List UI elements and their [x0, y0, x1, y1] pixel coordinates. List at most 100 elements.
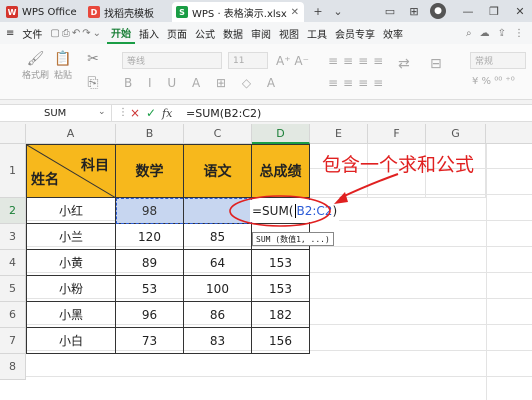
- paste-button[interactable]: 📋 粘贴: [54, 50, 72, 81]
- window-layout-icon[interactable]: ▭: [382, 3, 398, 19]
- wps-logo-icon: W: [6, 6, 18, 18]
- name-box[interactable]: SUM ⌄: [0, 105, 112, 122]
- cut-button[interactable]: ✂: [84, 50, 102, 68]
- font-size-select[interactable]: 11: [228, 52, 268, 69]
- scissors-icon: ✂: [87, 51, 99, 67]
- menu-review[interactable]: 审阅: [247, 22, 275, 44]
- confirm-icon[interactable]: ✓: [146, 106, 156, 120]
- copy-button[interactable]: ⎘: [84, 74, 102, 92]
- row-header-7[interactable]: 7: [0, 328, 26, 354]
- header-corner-cell[interactable]: 科目 姓名: [26, 144, 116, 198]
- tab-label: WPS Office: [22, 6, 77, 18]
- row-header-4[interactable]: 4: [0, 250, 26, 276]
- formula-input[interactable]: =SUM(B2:C2): [186, 107, 261, 120]
- cell-chinese[interactable]: 64: [184, 250, 252, 276]
- menu-tools[interactable]: 工具: [303, 22, 331, 44]
- number-format-select[interactable]: 常规: [470, 52, 526, 69]
- share-icon[interactable]: ⇪: [494, 22, 510, 44]
- menu-member[interactable]: 会员专享: [331, 22, 379, 44]
- menu-formula[interactable]: 公式: [191, 22, 219, 44]
- row-header-3[interactable]: 3: [0, 224, 26, 250]
- restore-icon[interactable]: ❐: [486, 3, 502, 19]
- name-box-value: SUM: [44, 108, 67, 119]
- tab-spreadsheet[interactable]: S WPS · 表格演示.xlsx ✕: [172, 2, 304, 22]
- align-buttons-bottom[interactable]: ≡≡≡≡: [328, 76, 388, 90]
- cell-name[interactable]: 小红: [26, 198, 116, 224]
- col-header-c[interactable]: C: [184, 124, 252, 144]
- cell-total[interactable]: 156: [252, 328, 310, 354]
- header-chinese[interactable]: 语文: [184, 144, 252, 198]
- col-header-g[interactable]: G: [426, 124, 486, 144]
- minimize-icon[interactable]: —: [460, 3, 476, 19]
- select-all-corner[interactable]: [0, 124, 26, 144]
- paste-icon: 📋: [54, 51, 72, 67]
- row-header-6[interactable]: 6: [0, 302, 26, 328]
- tab-template[interactable]: D 找稻壳模板: [84, 2, 170, 22]
- function-tooltip: SUM (数值1, ...): [252, 232, 334, 246]
- menu-data[interactable]: 数据: [219, 22, 247, 44]
- wrap-icon[interactable]: ⇄: [398, 56, 410, 72]
- col-header-d[interactable]: D: [252, 124, 310, 144]
- row-header-2[interactable]: 2: [0, 198, 26, 224]
- cell-chinese[interactable]: 86: [184, 302, 252, 328]
- cell-total[interactable]: 182: [252, 302, 310, 328]
- avatar[interactable]: ●: [430, 3, 446, 19]
- hamburger-icon[interactable]: ≡: [2, 22, 18, 44]
- col-header-h[interactable]: [486, 124, 532, 144]
- menu-efficiency[interactable]: 效率: [379, 22, 407, 44]
- expand-icon[interactable]: ⋮: [118, 107, 128, 118]
- menu-page[interactable]: 页面: [163, 22, 191, 44]
- more-icon[interactable]: ⋮: [510, 22, 528, 44]
- format-painter-label: 格式刷: [22, 71, 50, 81]
- cell-math[interactable]: 120: [116, 224, 184, 250]
- col-header-a[interactable]: A: [26, 124, 116, 144]
- cell-math[interactable]: 53: [116, 276, 184, 302]
- tab-wps-office[interactable]: W WPS Office: [2, 2, 80, 22]
- close-window-icon[interactable]: ✕: [512, 3, 528, 19]
- number-format-icons[interactable]: ¥ % ⁰⁰ ⁺⁰: [472, 76, 515, 87]
- toolbar-icons[interactable]: ▢⎙↶↷⌄: [46, 22, 107, 44]
- docer-icon: D: [88, 6, 100, 18]
- corner-subject-label: 科目: [81, 158, 109, 174]
- cell-total[interactable]: 153: [252, 250, 310, 276]
- apps-grid-icon[interactable]: ⊞: [406, 3, 422, 19]
- col-header-f[interactable]: F: [368, 124, 426, 144]
- header-math[interactable]: 数学: [116, 144, 184, 198]
- cell-total[interactable]: 153: [252, 276, 310, 302]
- formula-bar: SUM ⌄ ⋮ × ✓ fx =SUM(B2:C2): [0, 104, 532, 122]
- cell-name[interactable]: 小粉: [26, 276, 116, 302]
- cell-math[interactable]: 96: [116, 302, 184, 328]
- copy-icon: ⎘: [87, 75, 99, 91]
- chevron-down-icon[interactable]: ⌄: [330, 3, 346, 19]
- menu-file[interactable]: 文件: [18, 22, 46, 44]
- align-buttons-top[interactable]: ≡≡≡≡: [328, 54, 388, 68]
- cloud-icon[interactable]: ☁: [476, 22, 494, 44]
- cell-chinese[interactable]: 83: [184, 328, 252, 354]
- font-size-adjust-icons[interactable]: A⁺ A⁻: [276, 54, 309, 68]
- new-tab-icon[interactable]: +: [310, 3, 326, 19]
- row-header-1[interactable]: 1: [0, 144, 26, 198]
- font-name-select[interactable]: 等线: [122, 52, 222, 69]
- font-style-buttons[interactable]: B I U A ⊞ ◇ A: [124, 76, 281, 90]
- menu-home[interactable]: 开始: [106, 22, 135, 44]
- row-header-8[interactable]: 8: [0, 354, 26, 380]
- cell-chinese[interactable]: 100: [184, 276, 252, 302]
- menu-insert[interactable]: 插入: [135, 22, 163, 44]
- format-painter-button[interactable]: 🖌 格式刷: [22, 50, 49, 81]
- close-tab-icon[interactable]: ✕: [291, 7, 299, 18]
- cell-math[interactable]: 73: [116, 328, 184, 354]
- cell-name[interactable]: 小黑: [26, 302, 116, 328]
- merge-icon[interactable]: ⊟: [430, 56, 442, 72]
- cancel-icon[interactable]: ×: [130, 106, 140, 120]
- search-icon[interactable]: ⌕: [462, 22, 476, 44]
- col-header-e[interactable]: E: [310, 124, 368, 144]
- fx-icon[interactable]: fx: [162, 107, 172, 120]
- cell-name[interactable]: 小黄: [26, 250, 116, 276]
- cell-name[interactable]: 小白: [26, 328, 116, 354]
- col-header-b[interactable]: B: [116, 124, 184, 144]
- cell-math[interactable]: 89: [116, 250, 184, 276]
- menu-view[interactable]: 视图: [275, 22, 303, 44]
- row-header-5[interactable]: 5: [0, 276, 26, 302]
- cell-name[interactable]: 小兰: [26, 224, 116, 250]
- chevron-down-icon[interactable]: ⌄: [98, 107, 106, 117]
